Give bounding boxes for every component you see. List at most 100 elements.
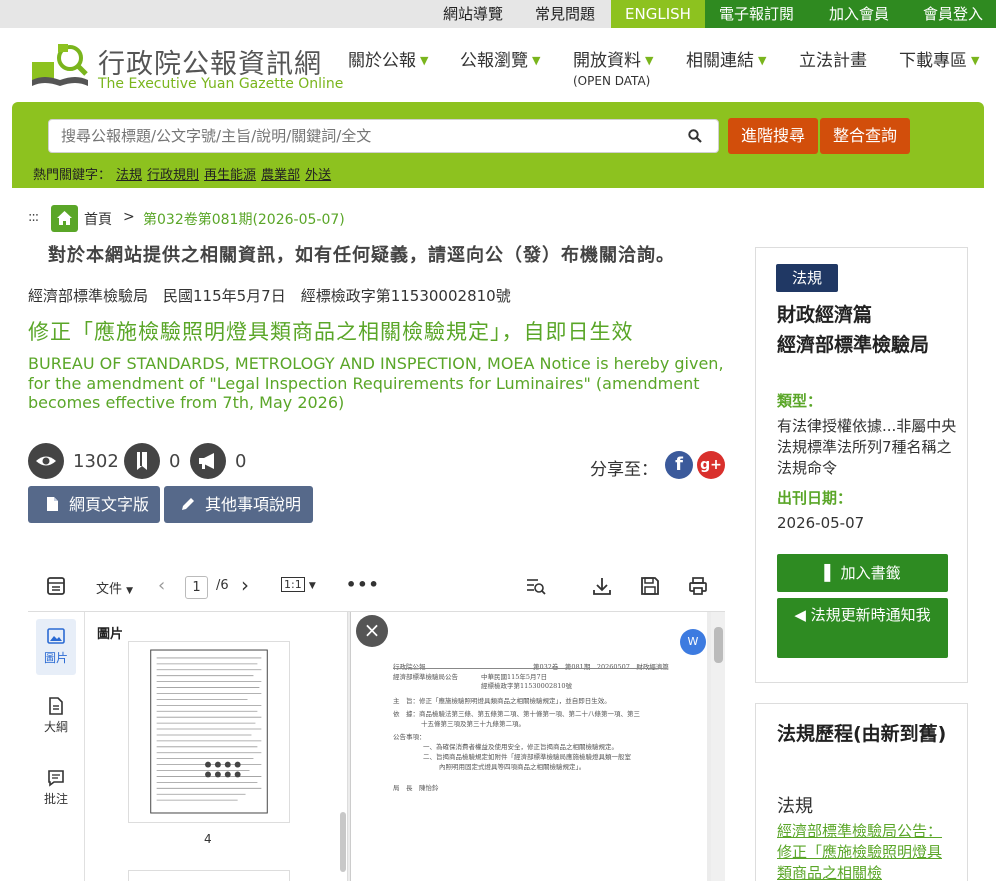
newsletter-link[interactable]: 電子報訂閱 — [705, 0, 808, 28]
nav-about[interactable]: 關於公報 ▼ — [348, 46, 428, 71]
download-icon[interactable] — [592, 576, 612, 596]
comment-icon — [48, 770, 64, 787]
join-member-link[interactable]: 加入會員 — [808, 0, 910, 28]
caret-down-icon: ▼ — [532, 54, 541, 67]
page-scrollbar[interactable] — [711, 612, 725, 881]
doc-header-right: 第032卷 第081期 20260507 財政經濟篇 — [533, 663, 669, 671]
document-icon — [47, 497, 58, 511]
faq-link[interactable]: 常見問題 — [522, 0, 608, 28]
breadcrumb-current[interactable]: 第032卷第081期(2026-05-07) — [143, 209, 345, 229]
viewer-sidebar: 圖片 大綱 批注 — [28, 612, 85, 881]
doc-item1: 一、為確保消費者權益及使用安全，修正旨揭商品之相關檢驗規定。 — [423, 743, 618, 751]
text-version-button[interactable]: 網頁文字版 — [28, 486, 160, 523]
publish-date-value: 2026-05-07 — [777, 514, 865, 532]
add-bookmark-button[interactable]: ▌ 加入書籤 — [777, 554, 948, 592]
nav-links[interactable]: 相關連結 ▼ — [686, 46, 766, 71]
caret-down-icon: ▼ — [126, 586, 134, 596]
sidebar-tab-outline-label: 大綱 — [43, 720, 68, 734]
page-thumbnail[interactable] — [128, 641, 290, 823]
nav-downloads[interactable]: 下載專區 ▼ — [899, 46, 979, 71]
logo-title-en: The Executive Yuan Gazette Online — [98, 76, 344, 92]
history-subtitle: 法規 — [777, 796, 813, 817]
logo-icon[interactable] — [30, 42, 90, 90]
search-input[interactable] — [49, 120, 669, 152]
nav-open-data[interactable]: 開放資料 ▼ — [573, 46, 653, 71]
nav-browse[interactable]: 公報瀏覽 ▼ — [460, 46, 540, 71]
type-value: 有法律授權依據...非屬中央法規標準法所列7種名稱之法規命令 — [777, 417, 957, 477]
print-icon[interactable] — [688, 576, 708, 596]
nav-about-label: 關於公報 — [348, 51, 416, 71]
disclaimer-notice: 對於本網站提供之相關資訊，如有任何疑義，請逕向公（發）布機關洽詢。 — [48, 245, 675, 266]
thumbnail-panel: 圖片 4 — [85, 612, 348, 881]
doc-header-rule — [393, 668, 663, 669]
breadcrumb-home[interactable]: 首頁 — [84, 209, 112, 229]
zoom-value: 1:1 — [281, 577, 305, 592]
facebook-icon[interactable]: f — [665, 451, 693, 479]
regulation-history-panel: 法規歷程(由新到舊) 法規 經濟部標準檢驗局公告：修正「應施檢驗照明燈具類商品之… — [755, 703, 968, 881]
notify-update-button[interactable]: ◀ 法規更新時通知我 — [777, 598, 948, 658]
nav-open-data-sub: (OPEN DATA) — [573, 74, 651, 88]
word-export-icon[interactable]: W — [680, 629, 706, 655]
notify-count: 0 — [235, 451, 247, 472]
prev-page-icon[interactable]: ‹ — [158, 575, 165, 596]
megaphone-icon: ◀ — [794, 606, 806, 624]
sidebar-tab-annotations[interactable]: 批注 — [36, 769, 76, 807]
article-meta: 經濟部標準檢驗局 民國115年5月7日 經標檢政字第11530002810號 — [28, 287, 511, 305]
hot-keyword-link[interactable]: 行政規則 — [147, 168, 199, 183]
integrated-query-button[interactable]: 整合查詢 — [820, 118, 910, 154]
member-login-link[interactable]: 會員登入 — [910, 0, 996, 28]
sidebar-tab-images[interactable]: 圖片 — [36, 619, 76, 675]
caret-down-icon: ▼ — [420, 54, 429, 67]
nav-legislative-plan-label: 立法計畫 — [799, 51, 867, 71]
view-count: 1302 — [73, 451, 119, 472]
other-notes-button[interactable]: 其他事項說明 — [164, 486, 313, 523]
english-link[interactable]: ENGLISH — [611, 0, 705, 28]
close-icon[interactable]: × — [356, 615, 388, 647]
search-icon[interactable] — [688, 129, 702, 143]
gazette-section: 財政經濟篇 — [777, 304, 873, 326]
zoom-select[interactable]: 1:1 ▼ — [281, 577, 316, 592]
site-map-link[interactable]: 網站導覽 — [430, 0, 516, 28]
hot-keyword-link[interactable]: 外送 — [305, 168, 331, 183]
thumbnail-panel-title: 圖片 — [97, 627, 124, 642]
sidebar-tab-outline[interactable]: 大綱 — [36, 697, 76, 735]
file-menu[interactable]: 文件 ▼ — [96, 578, 133, 597]
hot-keyword-link[interactable]: 法規 — [116, 168, 142, 183]
notify-update-label: 法規更新時通知我 — [810, 606, 931, 624]
category-tag: 法規 — [776, 264, 839, 292]
share-label: 分享至： — [590, 460, 658, 480]
home-icon[interactable] — [51, 205, 78, 232]
page-thumbnail-image — [150, 649, 268, 814]
save-icon[interactable] — [640, 576, 660, 596]
google-plus-icon[interactable]: g+ — [697, 451, 725, 479]
history-link[interactable]: 經濟部標準檢驗局公告：修正「應施檢驗照明燈具類商品之相關檢 — [777, 821, 947, 881]
more-options-icon[interactable]: ••• — [346, 575, 380, 594]
caret-down-icon: ▼ — [308, 581, 316, 591]
doc-basis-line1: 依 據：商品檢驗法第三條、第五條第二項、第十條第一項、第二十八條第一項、第三 — [393, 710, 640, 718]
sidebar-tab-images-label: 圖片 — [43, 651, 68, 665]
page-number-input[interactable]: 1 — [185, 576, 208, 599]
top-utility-bar: 網站導覽 常見問題 ENGLISH 電子報訂閱 加入會員 會員登入 — [0, 0, 996, 28]
sidebar-toggle-icon[interactable] — [47, 577, 65, 595]
hot-keyword-link[interactable]: 再生能源 — [204, 168, 256, 183]
sidebar-tab-annotations-label: 批注 — [43, 792, 68, 806]
doc-item2-line1: 二、旨揭商品檢驗規定如附件「經濟部標準檢驗局應施檢驗燈具類一般室 — [423, 753, 631, 761]
scrollbar-thumb[interactable] — [714, 627, 723, 663]
find-in-document-icon[interactable] — [526, 577, 546, 595]
viewer-toolbar: 文件 ▼ ‹ 1 /6 › 1:1 ▼ ••• — [28, 565, 725, 609]
file-menu-label: 文件 — [96, 582, 123, 597]
advanced-search-button[interactable]: 進階搜尋 — [728, 118, 818, 154]
next-page-icon[interactable]: › — [241, 573, 249, 597]
hot-keyword-link[interactable]: 農業部 — [261, 168, 300, 183]
thumbnail-scrollbar[interactable] — [340, 812, 346, 872]
menu-dots-icon[interactable]: ::: — [28, 210, 39, 225]
site-header: 行政院公報資訊網 The Executive Yuan Gazette Onli… — [0, 28, 996, 102]
nav-open-data-label: 開放資料 — [573, 51, 641, 71]
outline-icon — [49, 697, 63, 715]
page-thumbnail[interactable] — [128, 870, 290, 881]
hot-keywords: 熱門關鍵字： 法規 行政規則 再生能源 農業部 外送 — [33, 164, 331, 183]
megaphone-icon[interactable] — [190, 443, 226, 479]
doc-issuer: 經濟部標準檢驗局公告 — [393, 673, 458, 681]
bookmark-icon[interactable] — [124, 443, 160, 479]
nav-legislative-plan[interactable]: 立法計畫 — [799, 46, 867, 71]
